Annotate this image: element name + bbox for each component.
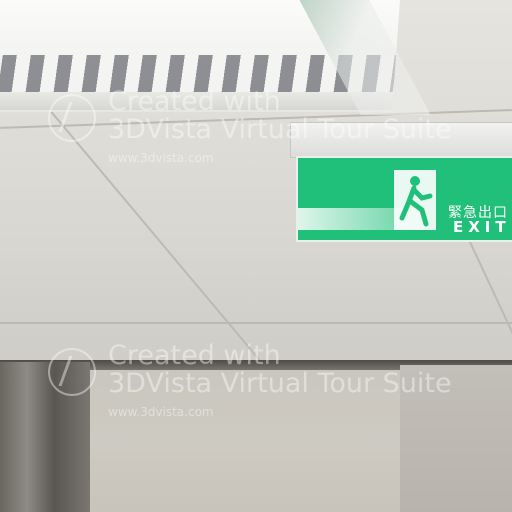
watermark-url: www.3dvista.com xyxy=(108,405,214,419)
watermark-line1: Created with xyxy=(108,340,281,371)
ceiling-photo: 緊急出口 EXIT Created with 3DVista Virtual T… xyxy=(0,0,512,512)
3dvista-logo-icon xyxy=(48,94,96,142)
watermark-line2: 3DVista Virtual Tour Suite xyxy=(108,114,452,145)
3dvista-logo-icon xyxy=(48,348,96,396)
ceiling-grid-line xyxy=(0,322,512,324)
watermark-line1: Created with xyxy=(108,86,281,117)
watermark-line2: 3DVista Virtual Tour Suite xyxy=(108,368,452,399)
exit-sign-label: EXIT xyxy=(453,218,511,236)
ceiling-grid-line xyxy=(468,239,512,340)
running-man-icon xyxy=(394,170,436,230)
exit-sign: 緊急出口 EXIT xyxy=(296,156,512,242)
watermark-url: www.3dvista.com xyxy=(108,151,214,165)
